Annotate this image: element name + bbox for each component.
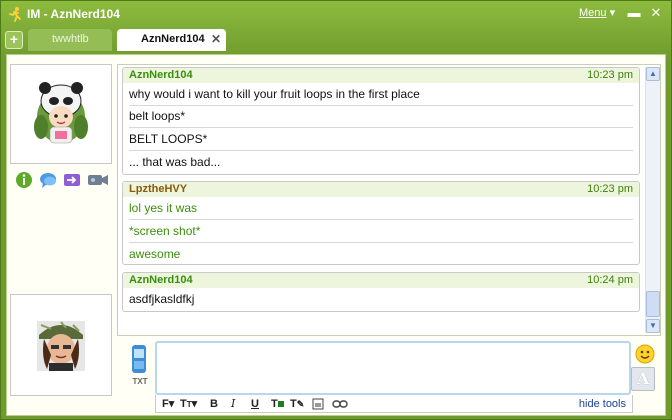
buddy-avatar[interactable]	[10, 64, 112, 164]
minimize-icon[interactable]: ▬	[625, 4, 643, 22]
font-size-button[interactable]: TT▾	[180, 396, 197, 412]
my-avatar[interactable]	[10, 294, 112, 396]
message-time: 10:23 pm	[587, 69, 633, 81]
insert-link-icon[interactable]	[332, 396, 348, 412]
tab-twwhtlb[interactable]: twwhtlb	[28, 29, 112, 51]
menu-button[interactable]: Menu ▾	[579, 6, 615, 19]
chevron-down-icon: ▾	[191, 398, 198, 410]
sms-label: TXT	[132, 377, 148, 386]
window-title: IM - AznNerd104	[27, 7, 120, 21]
tab-label: twwhtlb	[52, 33, 89, 45]
scroll-down-arrow-icon[interactable]: ▼	[646, 319, 660, 333]
menu-label: Menu	[579, 7, 607, 19]
message-header: LpztheHVY 10:23 pm	[123, 182, 639, 197]
my-avatar-image	[37, 321, 85, 371]
chat-bubble-icon[interactable]	[39, 171, 57, 189]
im-window: IM - AznNerd104 Menu ▾ ▬ ✕ + twwhtlb Azn…	[0, 0, 672, 420]
background-color-button[interactable]: T✎	[290, 396, 304, 412]
bg-color-label: T	[290, 398, 297, 410]
mobile-phone-icon	[132, 345, 146, 373]
aim-running-man-icon	[9, 7, 21, 22]
chevron-down-icon: ▾	[609, 7, 616, 19]
message-line: ... that was bad...	[129, 155, 221, 169]
message-time: 10:23 pm	[587, 183, 633, 195]
message-transcript[interactable]: AznNerd104 10:23 pm why would i want to …	[117, 64, 661, 336]
tab-aznnerd104[interactable]: AznNerd104 ✕	[117, 29, 226, 51]
text-color-button[interactable]: T	[271, 396, 284, 412]
message-line: belt loops*	[129, 106, 633, 128]
size-label: T	[180, 398, 187, 410]
message-line: awesome	[129, 247, 181, 261]
tab-bar: + twwhtlb AznNerd104 ✕	[1, 28, 671, 52]
highlighter-icon: ✎	[296, 399, 305, 409]
forward-arrow-icon[interactable]	[63, 171, 81, 189]
message-header: AznNerd104 10:24 pm	[123, 273, 639, 288]
insert-image-icon[interactable]	[312, 396, 324, 412]
message-block: AznNerd104 10:24 pm asdfjkasldfkj	[122, 272, 640, 312]
scroll-up-arrow-icon[interactable]: ▲	[646, 67, 660, 81]
scroll-thumb[interactable]	[646, 291, 660, 317]
message-line: asdfjkasldfkj	[129, 292, 195, 306]
buddy-avatar-image	[34, 82, 88, 144]
title-bar: IM - AznNerd104 Menu ▾ ▬ ✕	[1, 1, 671, 27]
webcam-icon[interactable]	[87, 171, 109, 189]
underline-button[interactable]: U	[251, 396, 259, 412]
transcript-scrollbar[interactable]: ▲ ▼	[645, 67, 660, 333]
font-label: F	[162, 398, 169, 410]
font-style-icon[interactable]: A	[631, 367, 655, 391]
sender-name: AznNerd104	[129, 274, 193, 286]
sms-button[interactable]: TXT	[124, 343, 154, 393]
add-tab-button[interactable]: +	[5, 31, 23, 49]
close-icon[interactable]: ✕	[211, 29, 221, 50]
info-icon[interactable]	[15, 171, 33, 189]
color-swatch-icon	[277, 401, 284, 407]
message-time: 10:24 pm	[587, 274, 633, 286]
message-line: why would i want to kill your fruit loop…	[129, 84, 633, 106]
smiley-icon[interactable]	[634, 343, 656, 365]
conversation-panel: AznNerd104 10:23 pm why would i want to …	[6, 54, 666, 416]
tab-label: AznNerd104	[141, 33, 205, 45]
hide-tools-link[interactable]: hide tools	[579, 396, 626, 412]
bold-button[interactable]: B	[210, 396, 218, 412]
sender-name: AznNerd104	[129, 69, 193, 81]
message-input[interactable]	[155, 341, 631, 395]
close-window-icon[interactable]: ✕	[647, 4, 665, 22]
formatting-toolbar: F▾ TT▾ B I U T T✎ hide tools	[155, 395, 633, 413]
message-line: *screen shot*	[129, 221, 633, 243]
message-header: AznNerd104 10:23 pm	[123, 68, 639, 83]
sender-name: LpztheHVY	[129, 183, 188, 195]
message-line: lol yes it was	[129, 198, 633, 220]
chevron-down-icon: ▾	[168, 398, 175, 410]
message-line: BELT LOOPS*	[129, 129, 633, 151]
italic-button[interactable]: I	[231, 396, 235, 412]
plus-icon: +	[9, 31, 19, 47]
message-block: AznNerd104 10:23 pm why would i want to …	[122, 67, 640, 175]
buddy-actions	[13, 171, 113, 189]
message-block: LpztheHVY 10:23 pm lol yes it was *scree…	[122, 181, 640, 265]
text-color-label: T	[271, 398, 278, 410]
font-family-button[interactable]: F▾	[162, 396, 174, 412]
